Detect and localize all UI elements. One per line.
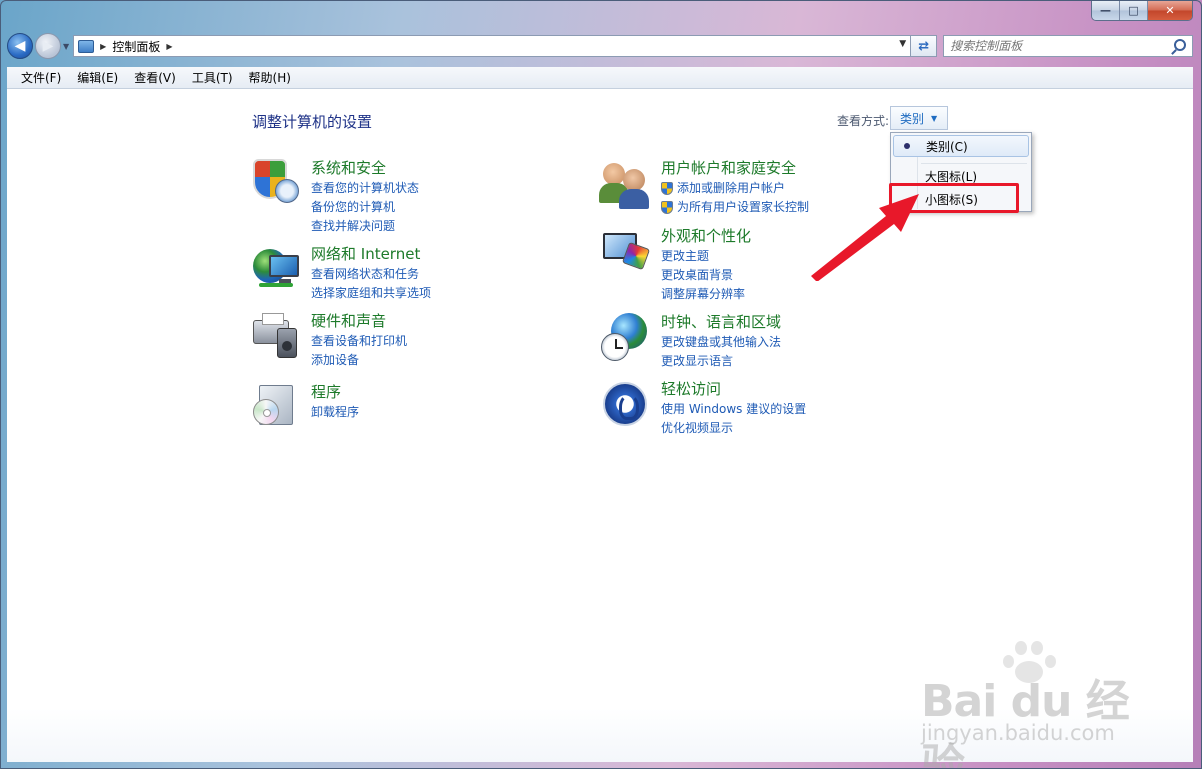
category-title[interactable]: 时钟、语言和区域 [661, 313, 781, 331]
category-link[interactable]: 更改桌面背景 [661, 266, 751, 285]
category-link[interactable]: 调整屏幕分辨率 [661, 285, 751, 304]
category-link[interactable]: 为所有用户设置家长控制 [661, 198, 809, 217]
category-link[interactable]: 更改键盘或其他输入法 [661, 333, 781, 352]
breadcrumb-chevron-icon[interactable]: ▶ [166, 42, 172, 51]
view-by-value: 类别 [900, 111, 925, 126]
category-ease-of-access: 轻松访问 使用 Windows 建议的设置 优化视频显示 [601, 380, 806, 438]
category-title[interactable]: 网络和 Internet [311, 245, 431, 263]
user-accounts-icon[interactable] [599, 159, 651, 209]
search-box[interactable] [943, 35, 1193, 57]
back-arrow-icon: ◀ [14, 38, 26, 54]
page-title: 调整计算机的设置 [252, 113, 373, 131]
system-security-icon[interactable] [251, 159, 301, 209]
address-row: ◀ ▶ ▼ ▶ 控制面板 ▶ ▼ ⇄ [7, 29, 1193, 63]
category-link[interactable]: 优化视频显示 [661, 419, 806, 438]
menu-edit[interactable]: 编辑(E) [69, 69, 126, 86]
category-appearance: 外观和个性化 更改主题 更改桌面背景 调整屏幕分辨率 [601, 227, 751, 304]
control-panel-icon [78, 39, 95, 53]
breadcrumb-control-panel[interactable]: 控制面板 [112, 38, 160, 55]
breadcrumb-chevron-icon[interactable]: ▶ [100, 42, 106, 51]
category-link[interactable]: 选择家庭组和共享选项 [311, 284, 431, 303]
category-link[interactable]: 添加或删除用户帐户 [661, 179, 809, 198]
category-title[interactable]: 硬件和声音 [311, 312, 407, 330]
category-title[interactable]: 外观和个性化 [661, 227, 751, 245]
refresh-button[interactable]: ⇄ [911, 35, 938, 57]
menu-help[interactable]: 帮助(H) [241, 69, 299, 86]
back-button[interactable]: ◀ [7, 33, 33, 59]
search-icon[interactable] [1174, 39, 1186, 51]
close-button[interactable]: ✕ [1148, 1, 1192, 20]
category-link[interactable]: 查看网络状态和任务 [311, 265, 431, 284]
category-link[interactable]: 更改主题 [661, 247, 751, 266]
appearance-icon[interactable] [601, 227, 651, 277]
category-title[interactable]: 轻松访问 [661, 380, 806, 398]
view-option-label: 类别(C) [926, 139, 968, 154]
category-link[interactable]: 使用 Windows 建议的设置 [661, 400, 806, 419]
caption-buttons: — □ ✕ [1091, 1, 1193, 21]
category-network-internet: 网络和 Internet 查看网络状态和任务 选择家庭组和共享选项 [251, 245, 431, 303]
category-link[interactable]: 更改显示语言 [661, 352, 781, 371]
clock-language-icon[interactable] [601, 313, 651, 363]
watermark-brand: Bai du 经验 [921, 676, 1130, 769]
radio-selected-icon [904, 143, 910, 149]
annotation-arrow-icon [811, 194, 919, 281]
category-link-text: 为所有用户设置家长控制 [677, 200, 810, 214]
category-system-security: 系统和安全 查看您的计算机状态 备份您的计算机 查找并解决问题 [251, 159, 419, 236]
view-option-label: 大图标(L) [925, 169, 978, 184]
category-title[interactable]: 系统和安全 [311, 159, 419, 177]
category-link[interactable]: 查看您的计算机状态 [311, 179, 419, 198]
chevron-down-icon: ▼ [931, 113, 938, 123]
category-user-accounts: 用户帐户和家庭安全 添加或删除用户帐户 为所有用户设置家长控制 [599, 159, 809, 217]
category-link[interactable]: 备份您的计算机 [311, 198, 419, 217]
baidu-jingyan-watermark: Bai du 经验 jingyan.baidu.com [921, 641, 1151, 768]
menu-file[interactable]: 文件(F) [13, 69, 69, 86]
category-link[interactable]: 卸载程序 [311, 403, 359, 422]
menu-tools[interactable]: 工具(T) [184, 69, 241, 86]
category-link[interactable]: 查看设备和打印机 [311, 332, 407, 351]
control-panel-window: — □ ✕ ◀ ▶ ▼ ▶ 控制面板 ▶ ▼ ⇄ 文件(F) 编辑(E) 查看(… [0, 0, 1202, 769]
watermark-url: jingyan.baidu.com [921, 721, 1115, 745]
programs-icon[interactable] [251, 383, 301, 433]
uac-shield-icon [661, 182, 673, 195]
category-title[interactable]: 程序 [311, 383, 359, 401]
maximize-button[interactable]: □ [1120, 1, 1148, 20]
category-programs: 程序 卸载程序 [251, 383, 359, 433]
view-by-select[interactable]: 类别 ▼ [890, 106, 948, 130]
minimize-button[interactable]: — [1092, 1, 1120, 20]
category-link-text: 添加或删除用户帐户 [677, 181, 786, 195]
forward-button[interactable]: ▶ [35, 33, 61, 59]
menu-view[interactable]: 查看(V) [126, 69, 184, 86]
uac-shield-icon [661, 201, 673, 214]
menu-bar: 文件(F) 编辑(E) 查看(V) 工具(T) 帮助(H) [7, 67, 1193, 89]
category-hardware-sound: 硬件和声音 查看设备和打印机 添加设备 [251, 312, 407, 370]
network-internet-icon[interactable] [251, 245, 301, 295]
category-link[interactable]: 添加设备 [311, 351, 407, 370]
refresh-icon: ⇄ [918, 38, 930, 54]
recent-pages-dropdown[interactable]: ▼ [63, 42, 69, 51]
category-link[interactable]: 查找并解决问题 [311, 217, 419, 236]
address-bar[interactable]: ▶ 控制面板 ▶ ▼ [73, 35, 912, 57]
address-dropdown-icon[interactable]: ▼ [899, 39, 906, 49]
category-clock-language: 时钟、语言和区域 更改键盘或其他输入法 更改显示语言 [601, 313, 781, 371]
view-by-label: 查看方式: [837, 114, 890, 128]
forward-arrow-icon: ▶ [42, 38, 54, 54]
view-option-category[interactable]: 类别(C) [893, 135, 1029, 157]
hardware-sound-icon[interactable] [251, 312, 301, 362]
search-input[interactable] [950, 39, 1192, 53]
category-title[interactable]: 用户帐户和家庭安全 [661, 159, 809, 177]
ease-of-access-icon[interactable] [601, 380, 651, 430]
